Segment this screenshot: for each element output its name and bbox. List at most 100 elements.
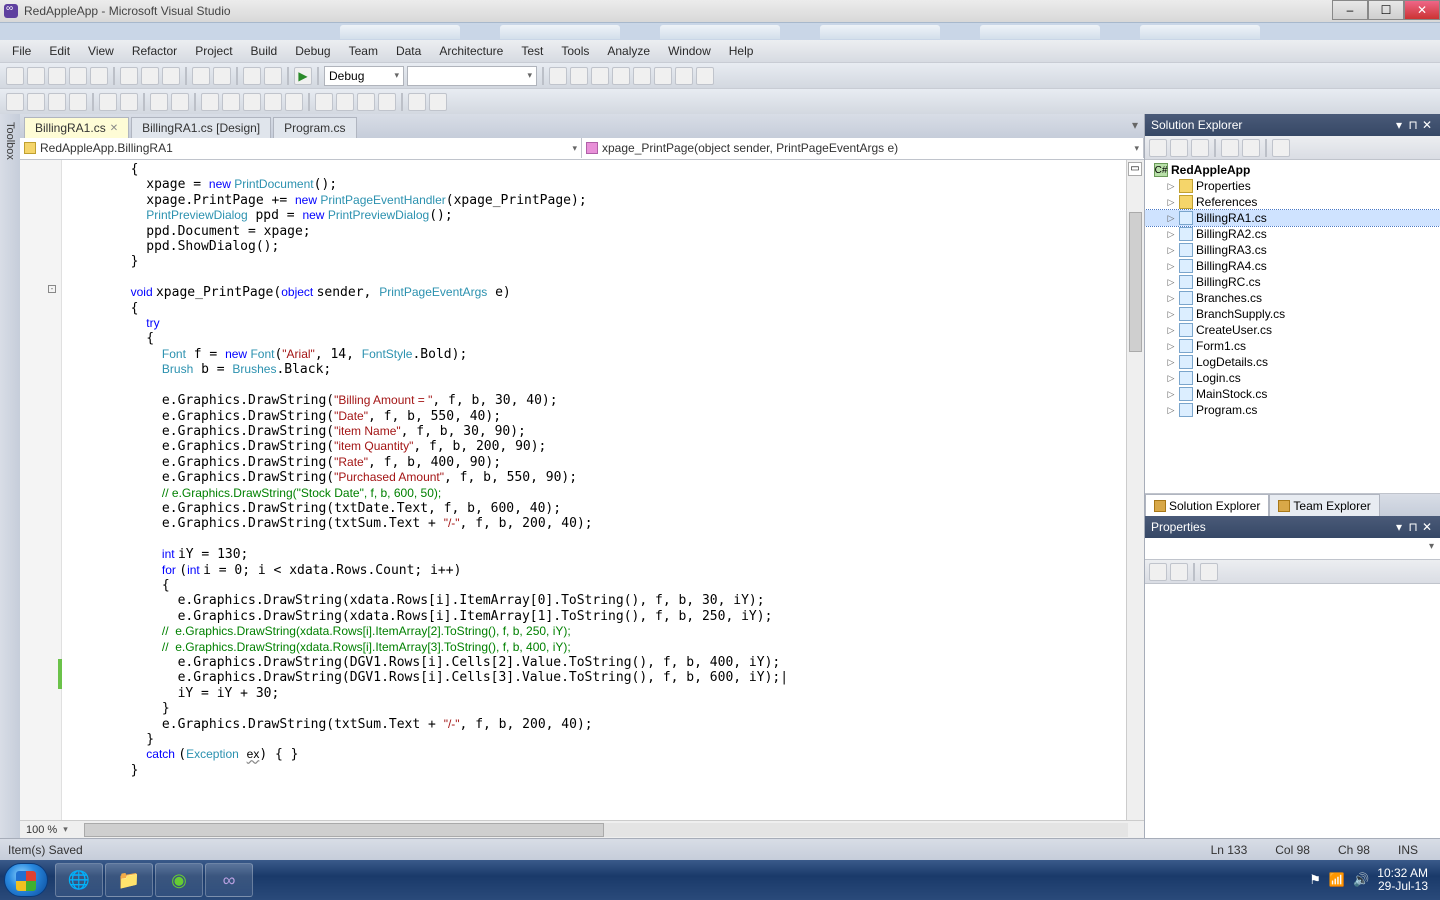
doc-tabs-dropdown-icon[interactable]: ▾ xyxy=(1132,118,1138,132)
tree-node[interactable]: ▷BillingRA1.cs xyxy=(1145,210,1440,226)
properties-grid[interactable] xyxy=(1145,584,1440,838)
code-editor[interactable]: - { xpage = new PrintDocument(); xpage.P… xyxy=(20,160,1144,838)
expand-icon[interactable]: ▷ xyxy=(1166,405,1176,416)
tree-node[interactable]: ▷Program.cs xyxy=(1145,402,1440,418)
start-button[interactable] xyxy=(4,863,48,897)
panel-tab[interactable]: Team Explorer xyxy=(1269,494,1379,516)
outdent-button[interactable] xyxy=(99,93,117,111)
menu-build[interactable]: Build xyxy=(243,42,286,60)
vertical-scrollbar[interactable]: ▭ xyxy=(1126,160,1144,820)
tree-node[interactable]: ▷CreateUser.cs xyxy=(1145,322,1440,338)
collapse-toggle-icon[interactable]: - xyxy=(48,285,56,293)
tb-a[interactable] xyxy=(549,67,567,85)
menu-edit[interactable]: Edit xyxy=(41,42,78,60)
expand-icon[interactable]: ▷ xyxy=(1166,245,1176,256)
tb-h[interactable] xyxy=(696,67,714,85)
tree-node[interactable]: ▷Login.cs xyxy=(1145,370,1440,386)
prop-pages-button[interactable] xyxy=(1200,563,1218,581)
config-combo[interactable]: Debug xyxy=(324,66,404,86)
sln-tool-3[interactable] xyxy=(1191,139,1209,157)
expand-icon[interactable]: ▷ xyxy=(1166,325,1176,336)
sln-tool-6[interactable] xyxy=(1272,139,1290,157)
expand-icon[interactable]: ▷ xyxy=(1166,309,1176,320)
menu-debug[interactable]: Debug xyxy=(287,42,338,60)
copy-button[interactable] xyxy=(141,67,159,85)
menu-file[interactable]: File xyxy=(4,42,39,60)
document-tab[interactable]: BillingRA1.cs [Design] xyxy=(131,117,271,138)
tt-d[interactable] xyxy=(285,93,303,111)
expand-icon[interactable]: ▷ xyxy=(1166,261,1176,272)
tree-node[interactable]: ▷References xyxy=(1145,194,1440,210)
expand-icon[interactable]: ▷ xyxy=(1166,373,1176,384)
open-button[interactable] xyxy=(48,67,66,85)
expand-icon[interactable]: ▷ xyxy=(1166,341,1176,352)
prop-alpha-button[interactable] xyxy=(1170,563,1188,581)
zoom-dropdown-icon[interactable]: ▾ xyxy=(63,824,68,835)
tt-c[interactable] xyxy=(264,93,282,111)
tree-node[interactable]: ▷BillingRC.cs xyxy=(1145,274,1440,290)
code-text[interactable]: { xpage = new PrintDocument(); xpage.Pri… xyxy=(68,162,1126,820)
maximize-button[interactable]: ☐ xyxy=(1368,0,1404,20)
tray-network-icon[interactable]: 📶 xyxy=(1329,872,1345,888)
paste-button[interactable] xyxy=(162,67,180,85)
tt-j[interactable] xyxy=(429,93,447,111)
tt-g[interactable] xyxy=(357,93,375,111)
taskbar-explorer[interactable]: 📁 xyxy=(105,863,153,897)
member-nav-combo[interactable]: xpage_PrintPage(object sender, PrintPage… xyxy=(582,138,1144,158)
add-item-button[interactable] xyxy=(27,67,45,85)
taskbar-chrome[interactable]: 🌐 xyxy=(55,863,103,897)
tree-node[interactable]: ▷Properties xyxy=(1145,178,1440,194)
tray-clock[interactable]: 10:32 AM 29-Jul-13 xyxy=(1377,867,1428,893)
minimize-button[interactable]: – xyxy=(1332,0,1368,20)
tree-node[interactable]: ▷BillingRA3.cs xyxy=(1145,242,1440,258)
menu-data[interactable]: Data xyxy=(388,42,429,60)
panel-dropdown-icon[interactable]: ▾ xyxy=(1392,118,1406,132)
vscroll-thumb[interactable] xyxy=(1129,212,1142,352)
sln-tool-1[interactable] xyxy=(1149,139,1167,157)
save-button[interactable] xyxy=(69,67,87,85)
sln-tool-4[interactable] xyxy=(1221,139,1239,157)
expand-icon[interactable]: ▷ xyxy=(1166,293,1176,304)
solution-tree[interactable]: C#RedAppleApp▷Properties▷References▷Bill… xyxy=(1145,160,1440,494)
uncomment-button[interactable] xyxy=(171,93,189,111)
prop-categorized-button[interactable] xyxy=(1149,563,1167,581)
tt-i[interactable] xyxy=(408,93,426,111)
nav-back-button[interactable] xyxy=(243,67,261,85)
tree-node[interactable]: ▷BranchSupply.cs xyxy=(1145,306,1440,322)
start-button[interactable]: ▶ xyxy=(294,67,312,85)
expand-icon[interactable]: ▷ xyxy=(1166,357,1176,368)
tt-3[interactable] xyxy=(48,93,66,111)
hscroll-track[interactable] xyxy=(84,823,1128,837)
close-button[interactable]: ✕ xyxy=(1404,0,1440,20)
panel-pin-icon[interactable]: ⊓ xyxy=(1406,118,1420,132)
expand-icon[interactable]: ▷ xyxy=(1166,389,1176,400)
properties-object-combo[interactable] xyxy=(1145,538,1440,560)
tree-node[interactable]: ▷BillingRA2.cs xyxy=(1145,226,1440,242)
menu-window[interactable]: Window xyxy=(660,42,719,60)
menu-view[interactable]: View xyxy=(80,42,122,60)
comment-button[interactable] xyxy=(150,93,168,111)
expand-icon[interactable]: ▷ xyxy=(1166,229,1176,240)
tb-g[interactable] xyxy=(675,67,693,85)
type-nav-combo[interactable]: RedAppleApp.BillingRA1 xyxy=(20,138,582,158)
tree-node[interactable]: ▷Branches.cs xyxy=(1145,290,1440,306)
tb-c[interactable] xyxy=(591,67,609,85)
expand-icon[interactable]: ▷ xyxy=(1166,213,1176,224)
tb-b[interactable] xyxy=(570,67,588,85)
project-node[interactable]: C#RedAppleApp xyxy=(1145,162,1440,178)
sln-tool-5[interactable] xyxy=(1242,139,1260,157)
tt-e[interactable] xyxy=(315,93,333,111)
expand-icon[interactable]: ▷ xyxy=(1166,197,1176,208)
document-tab[interactable]: Program.cs xyxy=(273,117,356,138)
tree-node[interactable]: ▷LogDetails.cs xyxy=(1145,354,1440,370)
menu-team[interactable]: Team xyxy=(341,42,386,60)
tt-a[interactable] xyxy=(222,93,240,111)
tray-volume-icon[interactable]: 🔊 xyxy=(1353,872,1369,888)
menu-test[interactable]: Test xyxy=(513,42,551,60)
expand-icon[interactable]: ▷ xyxy=(1166,277,1176,288)
tray-flag-icon[interactable]: ⚑ xyxy=(1309,872,1321,888)
tt-b[interactable] xyxy=(243,93,261,111)
save-all-button[interactable] xyxy=(90,67,108,85)
platform-combo[interactable] xyxy=(407,66,537,86)
tt-1[interactable] xyxy=(6,93,24,111)
